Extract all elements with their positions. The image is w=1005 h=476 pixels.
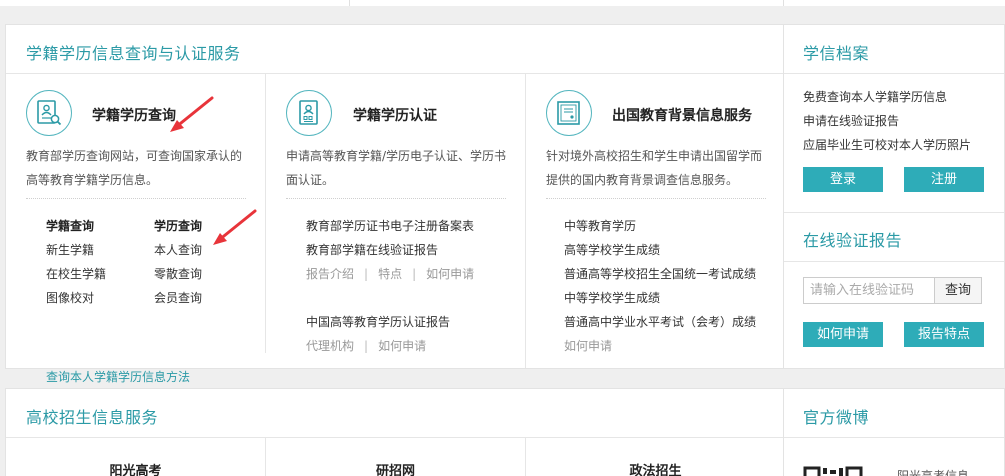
divider [349,0,350,6]
current-student-link[interactable]: 在校生学籍 [46,262,106,286]
top-strip [0,0,1005,6]
diploma-frame-icon[interactable] [546,90,592,136]
item-name: 阳光高考 [109,464,162,476]
how-to-apply-link[interactable]: 如何申请 [564,334,756,358]
divider [784,437,1004,438]
divider [784,212,1004,213]
admissions-section: 高校招生信息服务 阳光高考 研招网 政法招生 [5,388,784,476]
section-title: 高校招生信息服务 [26,408,159,427]
service-xueli-query: 学籍学历查询 教育部学历查询网站，可查询国家承认的高等教育学籍学历信息。 学籍查… [6,74,265,384]
side-panel: 学信档案 免费查询本人学籍学历信息 申请在线验证报告 应届毕业生可校对本人学历照… [783,24,1005,369]
dossier-title[interactable]: 学信档案 [803,40,869,64]
college-grades-link[interactable]: 高等学校学生成绩 [564,238,756,262]
item-name: 研招网 [375,464,415,476]
service-xueli-auth: 学籍学历认证 申请高等教育学籍/学历电子认证、学历书面认证。 教育部学历证书电子… [265,74,525,353]
member-query-link[interactable]: 会员查询 [154,286,202,310]
dotted-divider [26,198,246,199]
weibo-text: 阳光高考信息 [897,469,970,476]
service-description: 针对境外高校招生和学生申请出国留学而提供的国内教育背景调查信息服务。 [546,149,763,187]
admissions-item[interactable]: 政法招生 [525,438,785,476]
qr-code-icon [803,466,863,476]
dotted-divider [546,198,766,199]
service-name[interactable]: 出国教育背景信息服务 [612,105,752,125]
agency-link[interactable]: 代理机构 [306,339,354,353]
secondary-edu-link[interactable]: 中等教育学历 [564,214,756,238]
self-query-link[interactable]: 本人查询 [154,238,202,262]
service-name[interactable]: 学籍学历认证 [353,105,437,125]
registration-record-link[interactable]: 教育部学历证书电子注册备案表 [306,214,474,238]
overseas-link-list: 中等教育学历 高等学校学生成绩 普通高等学校招生全国统一考试成绩 中等学校学生成… [564,214,756,358]
report-intro-link[interactable]: 报告介绍 [306,267,354,281]
degree-cert-report-link[interactable]: 中国高等教育学历认证报告 [306,310,474,334]
auth-link-list: 教育部学历证书电子注册备案表 教育部学籍在线验证报告 报告介绍 | 特点 | 如何申请 … [306,214,474,358]
report-sublinks: 报告介绍 | 特点 | 如何申请 [306,267,475,281]
dossier-line[interactable]: 申请在线验证报告 [803,109,899,133]
divider [784,73,1004,74]
service-description: 申请高等教育学籍/学历电子认证、学历书面认证。 [286,149,507,187]
verify-code-input[interactable]: 请输入在线验证码 [803,277,934,304]
query-method-link[interactable]: 查询本人学籍学历信息方法 [46,368,190,385]
section-title: 学籍学历信息查询与认证服务 [26,44,241,63]
dossier-line[interactable]: 免费查询本人学籍学历信息 [803,85,947,109]
features-link[interactable]: 特点 [378,267,402,281]
student-id-search-icon[interactable] [26,90,72,136]
divider [784,261,1004,262]
dossier-line[interactable]: 应届毕业生可校对本人学历照片 [803,133,971,157]
secondary-grades-link[interactable]: 中等学校学生成绩 [564,286,756,310]
how-to-apply-link[interactable]: 如何申请 [378,339,426,353]
new-student-link[interactable]: 新生学籍 [46,238,94,262]
dotted-divider [286,198,506,199]
report-features-button[interactable]: 报告特点 [904,322,984,347]
admissions-item[interactable]: 研招网 [265,438,525,476]
certificate-doc-icon[interactable] [286,90,332,136]
xueji-query-link[interactable]: 学籍查询 [46,214,94,238]
weibo-panel: 官方微博 阳光高考信息 [783,388,1005,476]
image-check-link[interactable]: 图像校对 [46,286,94,310]
xueli-query-link[interactable]: 学历查询 [154,214,202,238]
verify-query-button[interactable]: 查询 [934,277,982,304]
cert-sublinks: 代理机构 | 如何申请 [306,339,427,353]
divider [783,0,784,6]
service-description: 教育部学历查询网站，可查询国家承认的高等教育学籍学历信息。 [26,149,243,187]
how-to-apply-link[interactable]: 如何申请 [426,267,474,281]
service-overseas-background: 出国教育背景信息服务 针对境外高校招生和学生申请出国留学而提供的国内教育背景调查… [525,74,785,368]
login-button[interactable]: 登录 [803,167,883,192]
admissions-item[interactable]: 阳光高考 [6,438,265,476]
online-verify-report-link[interactable]: 教育部学籍在线验证报告 [306,238,474,262]
how-to-apply-button[interactable]: 如何申请 [803,322,883,347]
query-auth-section: 学籍学历信息查询与认证服务 学籍学历查询 教育部学历查询网站，可查询国家承认的高… [5,24,785,384]
huikao-scores-link[interactable]: 普通高中学业水平考试（会考）成绩 [564,310,756,334]
scattered-query-link[interactable]: 零散查询 [154,262,202,286]
verify-title[interactable]: 在线验证报告 [803,227,902,251]
service-name[interactable]: 学籍学历查询 [92,105,176,125]
weibo-title[interactable]: 官方微博 [803,404,869,428]
item-name: 政法招生 [629,464,682,476]
gaokao-scores-link[interactable]: 普通高等学校招生全国统一考试成绩 [564,262,756,286]
register-button[interactable]: 注册 [904,167,984,192]
